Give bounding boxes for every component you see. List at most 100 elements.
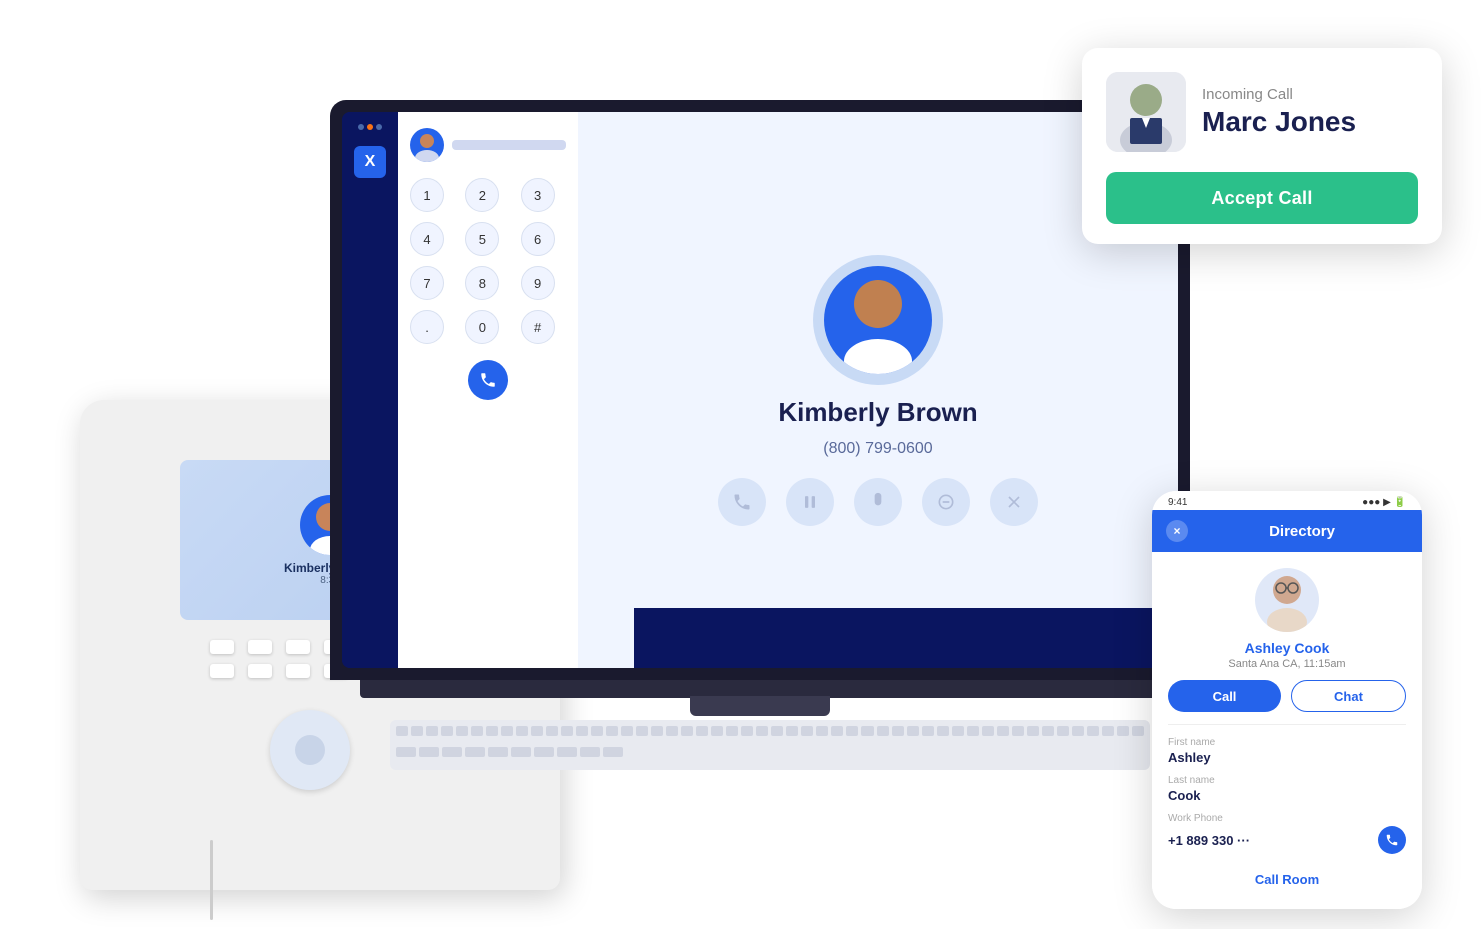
keyboard-key[interactable] <box>576 726 588 736</box>
mobile-chat-button[interactable]: Chat <box>1291 680 1406 712</box>
keyboard-key[interactable] <box>557 747 577 757</box>
keyboard-key[interactable] <box>756 726 768 736</box>
dialer-key-8[interactable]: 8 <box>465 266 499 300</box>
contact-action-transfer[interactable] <box>922 478 970 526</box>
keyboard-key[interactable] <box>606 726 618 736</box>
keyboard-key[interactable] <box>441 726 453 736</box>
phone-key[interactable] <box>248 640 272 654</box>
keyboard-key[interactable] <box>442 747 462 757</box>
keyboard-key[interactable] <box>922 726 934 736</box>
keyboard-key[interactable] <box>861 726 873 736</box>
mobile-first-name-section: First name Ashley <box>1168 737 1406 765</box>
laptop: X 123 456 789. 0 # <box>330 100 1210 800</box>
mobile-last-name-section: Last name Cook <box>1168 775 1406 803</box>
dialer-key-9[interactable]: 9 <box>521 266 555 300</box>
keyboard-key[interactable] <box>846 726 858 736</box>
dialer-key-3[interactable]: 3 <box>521 178 555 212</box>
keyboard-key[interactable] <box>937 726 949 736</box>
keyboard-key[interactable] <box>501 726 513 736</box>
keyboard-key[interactable] <box>892 726 904 736</box>
dialer-key-2[interactable]: 2 <box>465 178 499 212</box>
sidebar-logo[interactable]: X <box>354 146 386 178</box>
keyboard-key[interactable] <box>982 726 994 736</box>
dialer-key-#[interactable]: # <box>521 310 555 344</box>
keyboard-key[interactable] <box>531 726 543 736</box>
mobile-close-button[interactable]: × <box>1166 520 1188 542</box>
keyboard-key[interactable] <box>603 747 623 757</box>
keyboard-key[interactable] <box>580 747 600 757</box>
keyboard-key[interactable] <box>1132 726 1144 736</box>
keyboard-key[interactable] <box>1117 726 1129 736</box>
contact-action-call[interactable] <box>718 478 766 526</box>
keyboard-key[interactable] <box>471 726 483 736</box>
dialer-key-6[interactable]: 6 <box>521 222 555 256</box>
keyboard-key[interactable] <box>771 726 783 736</box>
contact-action-mute[interactable] <box>854 478 902 526</box>
keyboard-key[interactable] <box>486 726 498 736</box>
phone-key[interactable] <box>210 640 234 654</box>
keyboard-key[interactable] <box>561 726 573 736</box>
keyboard-key[interactable] <box>1072 726 1084 736</box>
keyboard-key[interactable] <box>1042 726 1054 736</box>
keyboard-key[interactable] <box>711 726 723 736</box>
phone-nav-inner <box>295 735 325 765</box>
mobile-call-button[interactable]: Call <box>1168 680 1281 712</box>
keyboard-key[interactable] <box>534 747 554 757</box>
dialer-key-0[interactable]: 0 <box>465 310 499 344</box>
keyboard-key[interactable] <box>516 726 528 736</box>
phone-key[interactable] <box>286 664 310 678</box>
keyboard-key[interactable] <box>1057 726 1069 736</box>
mobile-profile-section: Ashley Cook Santa Ana CA, 11:15am Call C… <box>1168 552 1406 725</box>
keyboard-key[interactable] <box>465 747 485 757</box>
keyboard-key[interactable] <box>952 726 964 736</box>
keyboard-key[interactable] <box>488 747 508 757</box>
keyboard-key[interactable] <box>621 726 633 736</box>
keyboard-key[interactable] <box>696 726 708 736</box>
keyboard-key[interactable] <box>426 726 438 736</box>
laptop-keyboard <box>390 720 1150 770</box>
dialer-key-1[interactable]: 1 <box>410 178 444 212</box>
mobile-call-room-link[interactable]: Call Room <box>1168 866 1406 893</box>
keyboard-key[interactable] <box>511 747 531 757</box>
dialer-call-button[interactable] <box>468 360 508 400</box>
keyboard-key[interactable] <box>816 726 828 736</box>
keyboard-key[interactable] <box>651 726 663 736</box>
keyboard-key[interactable] <box>907 726 919 736</box>
keyboard-key[interactable] <box>1012 726 1024 736</box>
keyboard-key[interactable] <box>801 726 813 736</box>
keyboard-key[interactable] <box>666 726 678 736</box>
keyboard-key[interactable] <box>636 726 648 736</box>
keyboard-key[interactable] <box>546 726 558 736</box>
keyboard-key[interactable] <box>456 726 468 736</box>
phone-key[interactable] <box>286 640 310 654</box>
contact-action-end[interactable] <box>990 478 1038 526</box>
keyboard-key[interactable] <box>1087 726 1099 736</box>
keyboard-key[interactable] <box>877 726 889 736</box>
keyboard-key[interactable] <box>411 726 423 736</box>
keyboard-key[interactable] <box>831 726 843 736</box>
mobile-first-name-value: Ashley <box>1168 750 1406 765</box>
dialer-key-7[interactable]: 7 <box>410 266 444 300</box>
phone-key[interactable] <box>248 664 272 678</box>
phone-key[interactable] <box>210 664 234 678</box>
contact-action-hold[interactable] <box>786 478 834 526</box>
laptop-screen: X 123 456 789. 0 # <box>342 112 1178 668</box>
keyboard-key[interactable] <box>396 726 408 736</box>
keyboard-key[interactable] <box>681 726 693 736</box>
keyboard-key[interactable] <box>967 726 979 736</box>
keyboard-key[interactable] <box>786 726 798 736</box>
accept-call-button[interactable]: Accept Call <box>1106 172 1418 224</box>
dialer-key-5[interactable]: 5 <box>465 222 499 256</box>
keyboard-key[interactable] <box>1102 726 1114 736</box>
dialer-key-4[interactable]: 4 <box>410 222 444 256</box>
dialer-key-.[interactable]: . <box>410 310 444 344</box>
keyboard-key[interactable] <box>419 747 439 757</box>
keyboard-key[interactable] <box>997 726 1009 736</box>
keyboard-key[interactable] <box>591 726 603 736</box>
keyboard-key[interactable] <box>1027 726 1039 736</box>
keyboard-key[interactable] <box>726 726 738 736</box>
keyboard-key[interactable] <box>396 747 416 757</box>
mobile-phone-dial-icon[interactable] <box>1378 826 1406 854</box>
mobile-header-title: Directory <box>1196 523 1408 540</box>
keyboard-key[interactable] <box>741 726 753 736</box>
